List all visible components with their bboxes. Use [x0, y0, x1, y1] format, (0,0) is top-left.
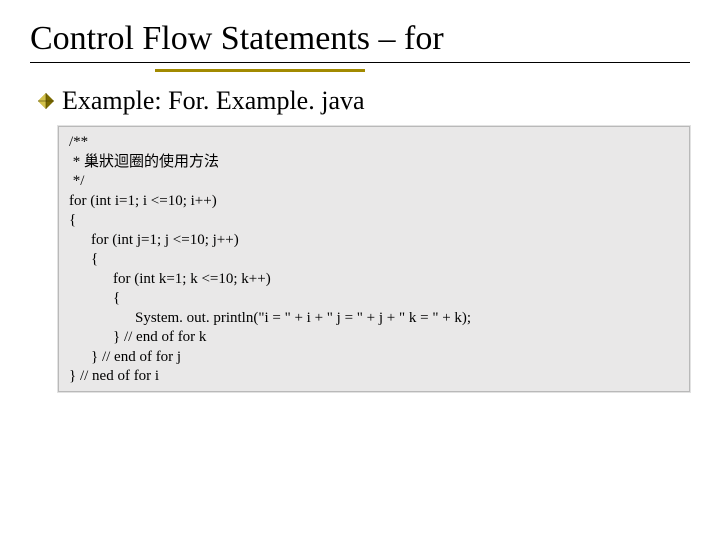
page-title: Control Flow Statements – for — [30, 20, 690, 58]
title-accent — [155, 69, 365, 72]
bullet-row: Example: For. Example. java — [38, 86, 690, 116]
code-line: /** — [69, 133, 679, 153]
code-line: System. out. println("i = " + i + " j = … — [69, 309, 679, 329]
code-line: for (int j=1; j <=10; j++) — [69, 231, 679, 251]
slide: Control Flow Statements – for Example: F… — [0, 0, 720, 540]
code-line: { — [69, 211, 679, 231]
compass-icon — [38, 93, 54, 109]
code-line: for (int i=1; i <=10; i++) — [69, 192, 679, 212]
code-line: { — [69, 250, 679, 270]
code-line: } // end of for j — [69, 348, 679, 368]
code-line: */ — [69, 172, 679, 192]
code-line: } // ned of for i — [69, 367, 679, 387]
code-line: { — [69, 289, 679, 309]
code-line: for (int k=1; k <=10; k++) — [69, 270, 679, 290]
bullet-text: Example: For. Example. java — [62, 86, 365, 116]
code-line: } // end of for k — [69, 328, 679, 348]
title-underline — [30, 62, 690, 63]
code-block: /** * 巢狀迴圈的使用方法 */ for (int i=1; i <=10;… — [58, 126, 690, 392]
code-line: * 巢狀迴圈的使用方法 — [69, 153, 679, 173]
